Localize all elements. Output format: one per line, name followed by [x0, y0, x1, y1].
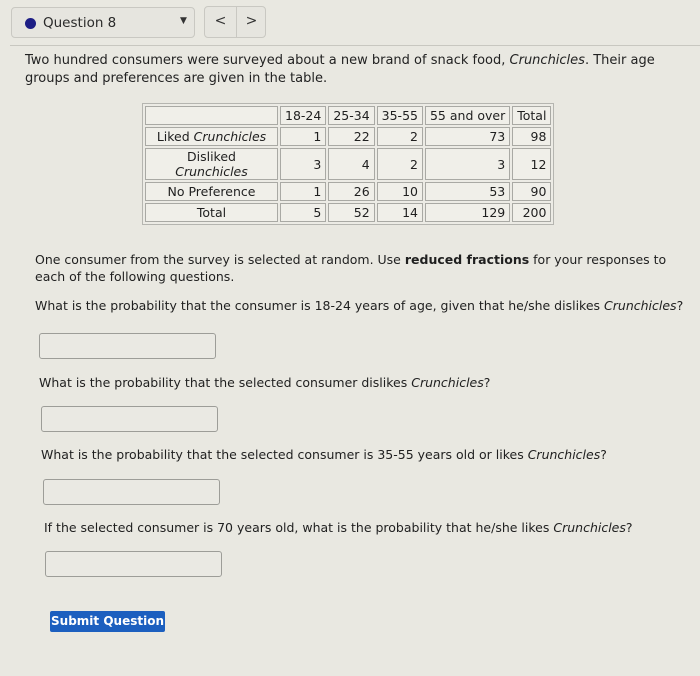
table-row: No Preference 1 26 10 53 90	[145, 182, 552, 201]
column-header: 25-34	[328, 106, 375, 125]
chevron-left-icon: <	[214, 13, 227, 29]
table-cell: 98	[512, 127, 552, 146]
question-1-answer-input[interactable]	[39, 333, 216, 359]
question-1-text: What is the probability that the consume…	[35, 298, 684, 313]
table-row: Disliked Crunchicles 3 4 2 3 12	[145, 148, 552, 180]
column-header: 35-55	[376, 106, 423, 125]
table-cell: 73	[424, 127, 511, 146]
table-cell: 5	[280, 203, 327, 222]
question-2-answer-input[interactable]	[41, 406, 218, 432]
table-cell: 4	[328, 148, 375, 180]
table-cell: 2	[376, 148, 423, 180]
row-header: Liked Crunchicles	[145, 127, 278, 146]
chevron-right-icon: >	[245, 13, 258, 29]
survey-table: 18-24 25-34 35-55 55 and over Total Like…	[142, 103, 555, 225]
table-cell: 10	[376, 182, 423, 201]
table-cell: 3	[424, 148, 511, 180]
question-3-answer-input[interactable]	[43, 479, 220, 505]
question-toolbar: Question 8 ▼ < >	[0, 0, 700, 46]
table-header-row: 18-24 25-34 35-55 55 and over Total	[145, 106, 552, 125]
row-header: No Preference	[145, 182, 278, 201]
intro-text: Two hundred consumers were surveyed abou…	[25, 53, 510, 68]
problem-intro: Two hundred consumers were surveyed abou…	[25, 52, 685, 88]
toolbar-divider	[10, 45, 700, 46]
instructions: One consumer from the survey is selected…	[35, 252, 667, 284]
brand-name: Crunchicles	[509, 53, 585, 68]
table-cell: 1	[280, 127, 327, 146]
column-header: 18-24	[280, 106, 327, 125]
table-cell: 2	[376, 127, 423, 146]
column-header: Total	[512, 106, 552, 125]
question-4-text: If the selected consumer is 70 years old…	[44, 520, 633, 535]
column-header: 55 and over	[424, 106, 511, 125]
table-cell: 1	[280, 182, 327, 201]
instructions-emphasis: reduced fractions	[404, 252, 530, 267]
row-header: Total	[145, 203, 278, 222]
table-corner-cell	[145, 106, 278, 125]
table-cell: 26	[328, 182, 375, 201]
table-cell: 52	[328, 203, 375, 222]
table-cell: 22	[328, 127, 375, 146]
table-cell: 90	[512, 182, 552, 201]
table-row: Total 5 52 14 129 200	[145, 203, 552, 222]
table-cell: 3	[280, 148, 327, 180]
table-cell: 12	[512, 148, 552, 180]
table-cell: 129	[424, 203, 511, 222]
table-cell: 14	[376, 203, 423, 222]
submit-question-button[interactable]: Submit Question	[50, 611, 165, 632]
table-cell: 53	[424, 182, 511, 201]
question-selector-label: Question 8	[43, 15, 117, 31]
question-status-dot	[25, 18, 36, 29]
row-header: Disliked Crunchicles	[145, 148, 278, 180]
question-2-text: What is the probability that the selecte…	[39, 375, 491, 390]
previous-question-button[interactable]: <	[205, 7, 237, 37]
question-selector[interactable]: Question 8 ▼	[11, 7, 195, 38]
next-question-button[interactable]: >	[236, 7, 267, 37]
question-3-text: What is the probability that the selecte…	[41, 447, 607, 462]
chevron-down-icon: ▼	[180, 16, 187, 26]
question-nav: < >	[204, 6, 266, 38]
question-4-answer-input[interactable]	[45, 551, 222, 577]
table-cell: 200	[512, 203, 552, 222]
table-row: Liked Crunchicles 1 22 2 73 98	[145, 127, 552, 146]
